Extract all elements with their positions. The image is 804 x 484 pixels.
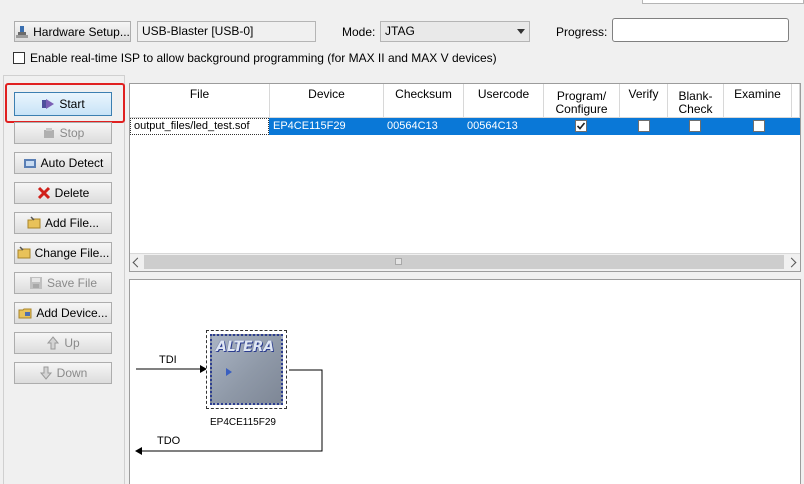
window-edge	[642, 0, 804, 4]
device-chip[interactable]: ALTERA	[206, 330, 287, 409]
delete-label: Delete	[54, 186, 90, 200]
auto-detect-label: Auto Detect	[40, 156, 104, 170]
progress-label: Progress:	[556, 25, 608, 39]
add-device-label: Add Device...	[36, 306, 108, 320]
col-program[interactable]: Program/ Configure	[544, 84, 620, 118]
cell-checksum: 00564C13	[384, 118, 464, 135]
isp-checkbox[interactable]	[13, 52, 25, 64]
scrollbar-grip	[395, 258, 402, 265]
cell-device-text: EP4CE115F29	[273, 120, 346, 132]
table-row[interactable]: output_files/led_test.sof EP4CE115F29 00…	[130, 118, 800, 135]
save-file-button[interactable]: Save File	[14, 272, 112, 294]
col-file[interactable]: File	[130, 84, 270, 118]
auto-detect-button[interactable]: Auto Detect	[14, 152, 112, 174]
col-usercode-label: Usercode	[477, 87, 530, 101]
hardware-value: USB-Blaster [USB-0]	[142, 24, 254, 38]
col-examine[interactable]: Examine	[724, 84, 792, 118]
chip-body: ALTERA	[210, 334, 283, 405]
add-file-label: Add File...	[44, 216, 100, 230]
col-usercode[interactable]: Usercode	[464, 84, 544, 118]
isp-checkbox-label: Enable real-time ISP to allow background…	[30, 51, 497, 65]
chip-play-icon	[226, 368, 232, 376]
mode-value: JTAG	[385, 24, 415, 38]
save-file-label: Save File	[46, 276, 98, 290]
folder-add-icon	[27, 216, 41, 230]
save-icon	[29, 276, 43, 290]
folder-change-icon	[17, 246, 31, 260]
up-label: Up	[64, 336, 80, 350]
down-button[interactable]: Down	[14, 362, 112, 384]
delete-icon	[37, 186, 51, 200]
chevron-left-icon[interactable]	[132, 257, 143, 268]
hardware-field: USB-Blaster [USB-0]	[137, 21, 316, 42]
down-label: Down	[56, 366, 88, 380]
col-blank-check[interactable]: Blank- Check	[668, 84, 724, 118]
verify-checkbox[interactable]	[638, 120, 650, 132]
program-checkbox[interactable]	[575, 120, 587, 132]
col-checksum[interactable]: Checksum	[384, 84, 464, 118]
col-file-label: File	[189, 87, 210, 101]
chain-diagram: TDI TDO ALTERA EP4CE115F29	[129, 279, 801, 484]
horizontal-scrollbar[interactable]	[130, 253, 800, 271]
cell-usercode: 00564C13	[464, 118, 544, 135]
arrow-up-icon	[46, 336, 60, 350]
chip-name: EP4CE115F29	[210, 417, 276, 428]
cell-checksum-text: 00564C13	[387, 120, 438, 132]
play-icon	[41, 97, 55, 111]
cell-file[interactable]: output_files/led_test.sof	[130, 118, 269, 135]
start-button[interactable]: Start	[14, 92, 112, 116]
device-table: File Device Checksum Usercode Program/ C…	[129, 83, 801, 272]
tdo-label: TDO	[157, 435, 181, 447]
blank-check-checkbox[interactable]	[689, 120, 701, 132]
col-program-label-1: Program/	[556, 88, 607, 103]
hardware-setup-button[interactable]: Hardware Setup...	[14, 21, 131, 42]
col-program-label-2: Configure	[555, 101, 608, 116]
add-file-button[interactable]: Add File...	[14, 212, 112, 234]
stop-label: Stop	[59, 126, 85, 140]
add-device-icon	[18, 306, 32, 320]
change-file-button[interactable]: Change File...	[14, 242, 112, 264]
col-device[interactable]: Device	[270, 84, 384, 118]
col-verify-label: Verify	[628, 87, 659, 101]
col-verify[interactable]: Verify	[620, 84, 668, 118]
cell-file-text: output_files/led_test.sof	[134, 120, 250, 132]
cell-usercode-text: 00564C13	[467, 120, 518, 132]
mode-select[interactable]: JTAG	[380, 21, 530, 42]
col-device-label: Device	[308, 87, 345, 101]
col-extra	[792, 84, 800, 118]
change-file-label: Change File...	[34, 246, 110, 260]
checkmark-icon	[576, 122, 586, 130]
chevron-down-icon	[517, 29, 525, 34]
up-button[interactable]: Up	[14, 332, 112, 354]
chip-logo: ALTERA	[216, 339, 275, 355]
progress-bar	[612, 18, 789, 42]
col-blank-label-2: Check	[678, 101, 713, 116]
delete-button[interactable]: Delete	[14, 182, 112, 204]
arrow-down-icon	[39, 366, 53, 380]
stop-button[interactable]: Stop	[14, 122, 112, 144]
add-device-button[interactable]: Add Device...	[14, 302, 112, 324]
tdi-label: TDI	[159, 354, 177, 366]
auto-detect-icon	[23, 156, 37, 170]
stop-icon	[42, 126, 56, 140]
chevron-right-icon[interactable]	[786, 257, 797, 268]
col-checksum-label: Checksum	[395, 87, 452, 101]
hardware-icon	[15, 25, 29, 39]
cell-device: EP4CE115F29	[270, 118, 384, 135]
mode-label: Mode:	[342, 25, 376, 39]
examine-checkbox[interactable]	[753, 120, 765, 132]
start-label: Start	[59, 97, 85, 111]
col-blank-label-1: Blank-	[678, 88, 713, 103]
hardware-setup-label: Hardware Setup...	[33, 24, 130, 39]
scrollbar-thumb[interactable]	[144, 255, 784, 269]
col-examine-label: Examine	[734, 87, 781, 101]
